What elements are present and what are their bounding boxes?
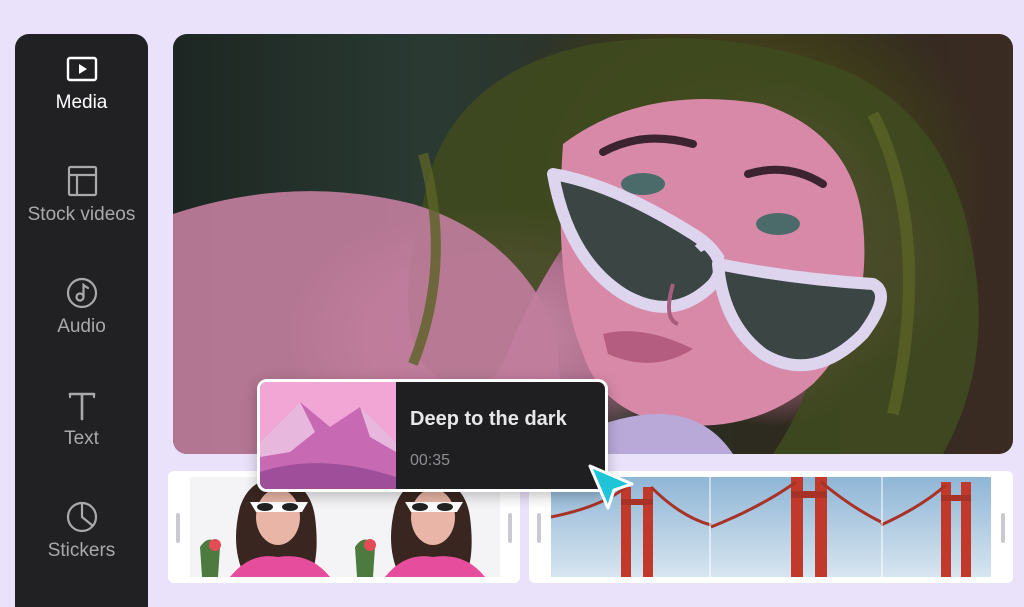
clip-trim-handle-right[interactable] <box>508 513 512 543</box>
music-note-icon <box>66 277 97 309</box>
text-icon <box>68 392 95 421</box>
sidebar-item-label: Text <box>64 428 99 449</box>
clip-trim-handle-left[interactable] <box>176 513 180 543</box>
sticker-icon <box>66 501 97 533</box>
sidebar-item-label: Stickers <box>47 540 116 561</box>
play-icon <box>66 56 97 82</box>
sidebar-item-label: Media <box>55 92 108 113</box>
audio-track-card[interactable]: Deep to the dark 00:35 <box>257 379 608 492</box>
sidebar-item-stickers[interactable]: Stickers <box>15 500 148 562</box>
sidebar-item-audio[interactable]: Audio <box>15 276 148 338</box>
track-title: Deep to the dark <box>410 408 567 430</box>
clip-trim-handle-right[interactable] <box>1001 513 1005 543</box>
sidebar-item-media[interactable]: Media <box>15 52 148 114</box>
sidebar-item-stock-videos[interactable]: Stock videos <box>15 164 148 226</box>
track-thumbnail <box>260 382 396 489</box>
clip-thumbnails <box>190 477 500 577</box>
editor-window: Media Stock videos Audio Text Stickers D… <box>0 0 1024 607</box>
layout-icon <box>67 165 97 197</box>
sidebar-item-label: Stock videos <box>27 204 136 225</box>
sidebar-item-text[interactable]: Text <box>15 388 148 450</box>
sidebar-item-label: Audio <box>57 316 106 337</box>
sidebar: Media Stock videos Audio Text Stickers <box>15 34 148 607</box>
mouse-pointer-icon <box>588 464 634 510</box>
track-duration: 00:35 <box>410 452 451 469</box>
clip-trim-handle-left[interactable] <box>537 513 541 543</box>
